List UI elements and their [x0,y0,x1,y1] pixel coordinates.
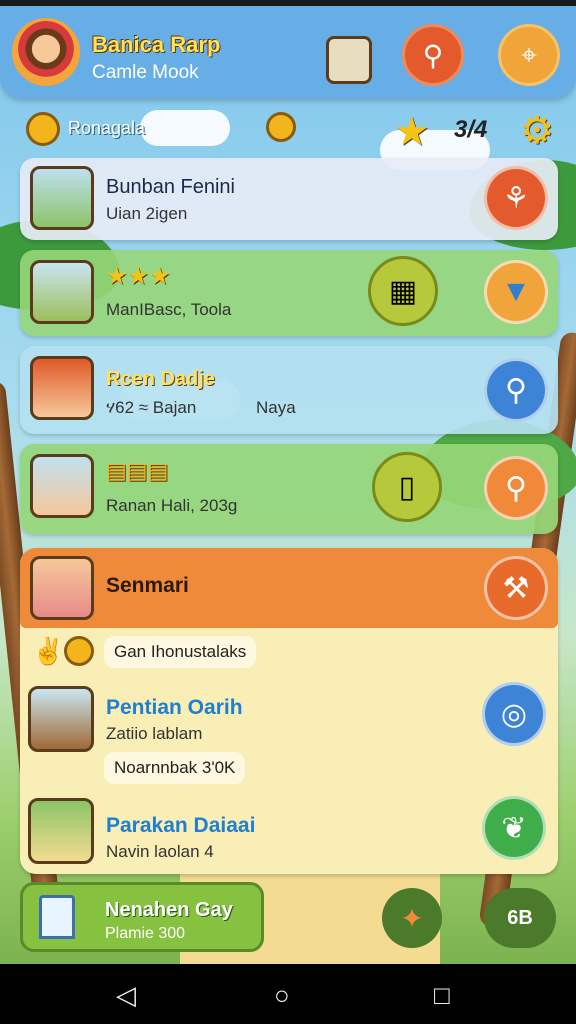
shrine-thumbnail [30,166,94,230]
quest-scroll-icon[interactable]: ▦ [368,256,438,326]
compass-icon: ✦ [400,902,424,934]
currency-label: Ronagala [68,118,146,138]
player-avatar[interactable] [12,18,80,86]
home-title: Nenahen Gay [105,899,233,921]
recents-icon[interactable]: □ [434,980,450,1011]
compass-button[interactable]: ✦ [382,888,442,948]
panel-header: Senmari ⚒ [20,548,558,628]
scan-action-button[interactable]: ◎ [482,682,546,746]
leaf-action-button[interactable]: ❦ [482,796,546,860]
wrench-icon: ⚒ [502,571,530,605]
system-nav-bar: ◁ ○ □ [0,964,576,1024]
treasure-chest-icon: ▤▤▤ [106,458,169,483]
card-title: Rcen Dadje [106,368,215,390]
map-pin-icon: ⌖ [521,38,537,70]
spoon-icon: ⚲ [505,471,527,505]
leaf-icon: ❦ [501,811,527,845]
location-label: 6B [507,906,533,929]
top-header: Banica Rarp Camle Mook ⚲ ⌖ [0,6,576,98]
star-icon: ★ [394,110,430,154]
girl-thumbnail [30,556,94,620]
tool-action-button[interactable]: ⚲ [484,456,548,520]
card-subtitle: Uian 2igen [106,204,188,223]
home-subtitle: Plamie 300 [105,925,186,942]
coin-icon [26,112,60,146]
card-extra: Naya [256,398,296,417]
item-subtitle: Navin laolan 4 [106,842,214,861]
panel-header-title: Senmari [106,574,189,597]
chicken-action-button[interactable]: ⚘ [484,166,548,230]
magnifier-icon: ⚲ [505,373,527,407]
item-subtitle: Zatiio lablam [106,724,203,743]
castle-thumbnail [30,260,94,324]
quest-card-3[interactable]: Rcen Dadje ሃ62 ≈ Bajan Naya ⚲ [20,346,558,434]
home-icon [39,895,75,939]
gold-nugget-icon [266,112,296,142]
quest-card-4[interactable]: ▤▤▤ Ranan Hali, 203g ▯ ⚲ [20,444,558,534]
quest-card-2[interactable]: ★★★ ManIBasc, Toola ▦ ▼ [20,250,558,336]
wrench-button[interactable]: ⚲ [402,24,464,86]
game-mode-label: Camle Mook [92,62,199,83]
location-button[interactable]: 6B [484,888,556,948]
card-subtitle: Ranan Hali, 203g [106,496,238,515]
drumstick-icon: ⚘ [502,181,530,215]
panel-badge: Gan Ihonustalaks [104,636,257,668]
card-subtitle: ManIBasc, Toola [106,300,232,319]
triangle-down-icon: ▼ [501,275,531,308]
tool-action-button[interactable]: ⚒ [484,556,548,620]
card-title: Bunban Fenini [106,176,235,198]
settings-gear-icon[interactable]: ⚙ [520,112,558,150]
home-button[interactable]: Nenahen Gay Plamie 300 [20,882,264,952]
kid-thumbnail [30,454,94,518]
item-tag: Noarnnbak 3'0K [104,752,246,784]
map-pin-button[interactable]: ⌖ [498,24,560,86]
player-name: Banica Rarp [92,32,221,57]
robot-icon[interactable] [326,36,372,84]
cabin-thumbnail [28,686,94,752]
home-nav-icon[interactable]: ○ [274,980,290,1011]
player-thumbnail [30,356,94,420]
search-action-button[interactable]: ⚲ [484,358,548,422]
back-icon[interactable]: ◁ [116,980,136,1011]
send-action-button[interactable]: ▼ [484,260,548,324]
scan-icon: ◎ [500,697,528,731]
star-rating-icon: ★★★ [106,263,171,290]
quest-card-1[interactable]: Bunban Fenini Uian 2igen ⚘ [20,158,558,240]
coin-icon [64,636,94,666]
phone-icon[interactable]: ▯ [372,452,442,522]
park-thumbnail [28,798,94,864]
level-counter: 3/4 [454,116,488,143]
thumbs-icon: ✌ [32,636,65,666]
card-subtitle: ሃ62 ≈ Bajan [106,398,197,417]
wrench-icon: ⚲ [422,39,444,71]
item-title: Pentian Oarih [106,696,243,719]
item-title: Parakan Daiaai [106,814,256,837]
